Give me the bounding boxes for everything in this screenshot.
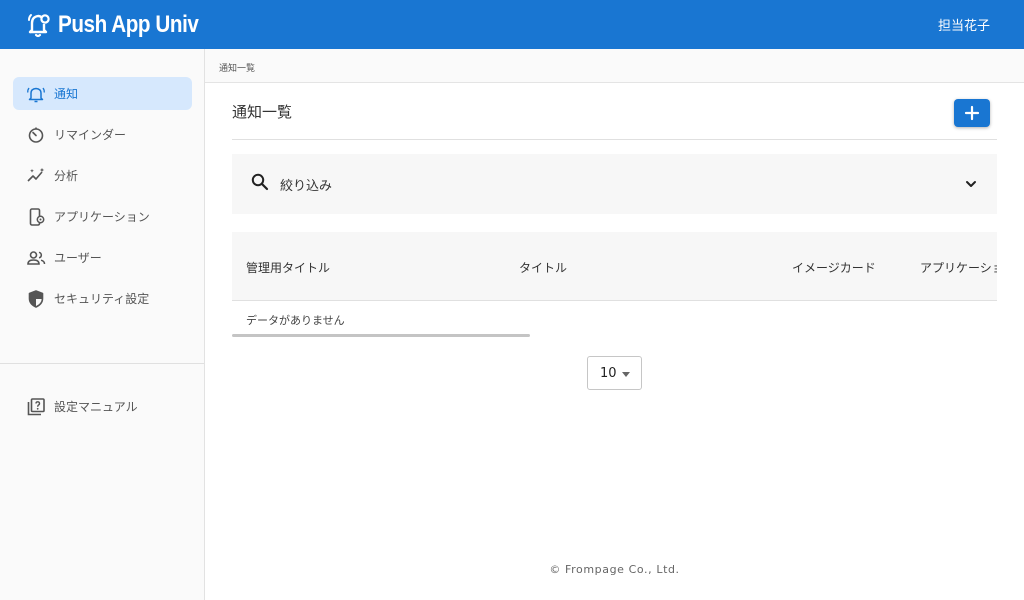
sidebar-item-security[interactable]: セキュリティ設定 — [13, 282, 192, 315]
column-header[interactable]: アプリケーション — [920, 259, 997, 276]
phone-settings-icon — [26, 207, 46, 227]
app-bar: Push App Univ 担当花子 — [0, 0, 1024, 49]
rows-per-page-select[interactable]: 10 — [587, 356, 642, 390]
caret-down-icon — [622, 372, 630, 377]
sidebar-item-label: 設定マニュアル — [54, 400, 138, 414]
sidebar-divider — [0, 363, 204, 364]
sidebar-item-label: ユーザー — [54, 251, 102, 265]
user-name[interactable]: 担当花子 — [938, 15, 990, 34]
sidebar-item-applications[interactable]: アプリケーション — [13, 200, 192, 233]
sidebar-item-users[interactable]: ユーザー — [13, 241, 192, 274]
sidebar-item-label: 分析 — [54, 169, 79, 183]
add-icon — [964, 105, 980, 121]
sidebar-item-label: リマインダー — [54, 128, 127, 142]
column-header[interactable]: イメージカード — [792, 259, 876, 276]
column-header[interactable]: タイトル — [519, 259, 567, 276]
breadcrumb-current[interactable]: 通知一覧 — [219, 64, 255, 74]
column-header[interactable]: 管理用タイトル — [246, 259, 330, 276]
sidebar-item-reminders[interactable]: リマインダー — [13, 118, 192, 151]
app-title: Push App Univ — [58, 10, 199, 38]
users-icon — [26, 248, 46, 268]
page-title: 通知一覧 — [232, 103, 293, 121]
sidebar-item-analytics[interactable]: 分析 — [13, 159, 192, 192]
analytics-icon — [26, 166, 46, 186]
shield-icon — [26, 289, 46, 309]
table-header: 管理用タイトル タイトル イメージカード アプリケーション — [232, 232, 997, 301]
main-content: 通知一覧 通知一覧 絞り込み 管理用タイトル タイトル イメージカード アプリケ… — [205, 49, 1024, 600]
rows-per-page-value: 10 — [600, 365, 617, 381]
filter-label: 絞り込み — [280, 178, 333, 194]
filter-panel[interactable]: 絞り込み — [232, 154, 997, 214]
breadcrumb: 通知一覧 — [205, 49, 1024, 83]
search-icon — [250, 172, 270, 196]
sidebar-item-manual[interactable]: 設定マニュアル — [13, 390, 192, 423]
bell-icon — [26, 84, 46, 104]
sidebar-item-label: アプリケーション — [54, 210, 150, 224]
sidebar-item-notifications[interactable]: 通知 — [13, 77, 192, 110]
sidebar-item-label: 通知 — [54, 87, 79, 101]
bell-logo-icon — [26, 10, 52, 40]
sidebar: 通知 リマインダー 分析 アプリケーション ユーザー セキュリティ設定 設定マニ… — [0, 49, 205, 600]
notifications-table: 管理用タイトル タイトル イメージカード アプリケーション データがありません — [232, 232, 997, 338]
empty-message: データがありません — [246, 314, 345, 327]
brand[interactable]: Push App Univ — [26, 10, 221, 40]
chevron-down-icon[interactable] — [963, 176, 979, 192]
add-notification-button[interactable] — [954, 99, 990, 127]
timer-icon — [26, 125, 46, 145]
sidebar-nav: 通知 リマインダー 分析 アプリケーション ユーザー セキュリティ設定 — [0, 49, 204, 315]
page-header: 通知一覧 — [232, 99, 997, 140]
horizontal-scrollbar[interactable] — [232, 334, 530, 337]
help-book-icon — [26, 397, 46, 417]
sidebar-item-label: セキュリティ設定 — [54, 292, 150, 306]
footer-copyright: © Frompage Co., Ltd. — [549, 563, 680, 576]
